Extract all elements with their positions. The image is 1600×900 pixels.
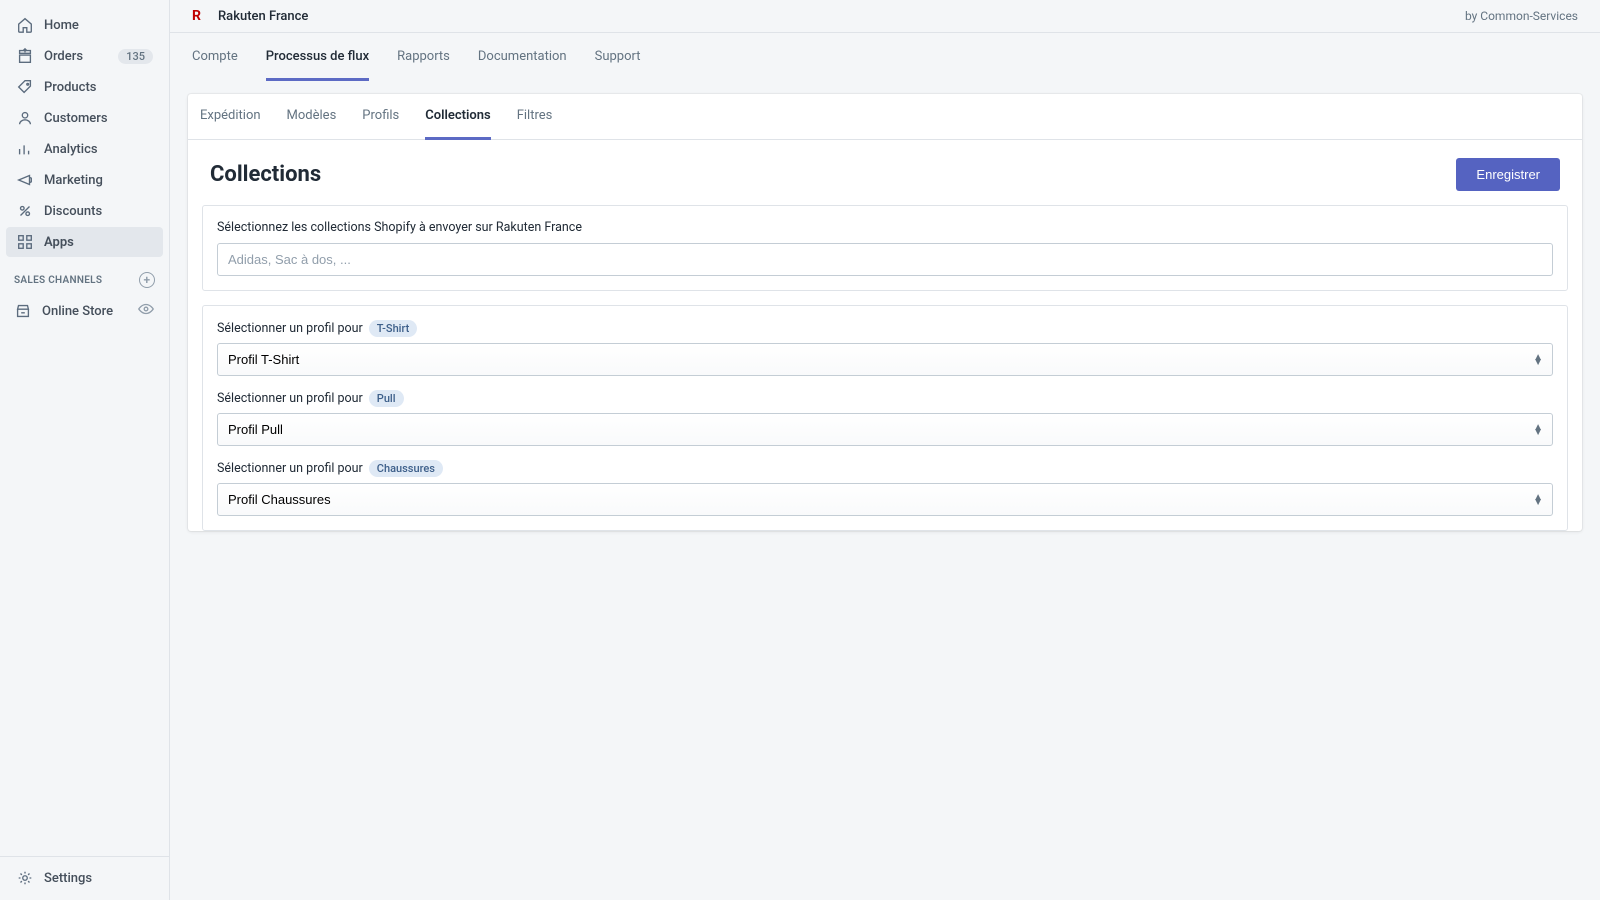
page-title: Collections bbox=[210, 162, 321, 187]
nav-analytics[interactable]: Analytics bbox=[6, 134, 163, 164]
tab-documentation[interactable]: Documentation bbox=[478, 33, 567, 81]
profile-row-tshirt: Sélectionner un profil pour T-Shirt Prof… bbox=[217, 320, 1553, 376]
sales-channels-header: SALES CHANNELS + bbox=[0, 258, 169, 294]
subtab-profils[interactable]: Profils bbox=[362, 94, 399, 140]
topbar: R Rakuten France by Common-Services bbox=[170, 0, 1600, 33]
tab-rapports[interactable]: Rapports bbox=[397, 33, 450, 81]
profile-label: Sélectionner un profil pour Pull bbox=[217, 390, 1553, 407]
nav-label: Discounts bbox=[44, 204, 102, 219]
marketing-icon bbox=[16, 171, 34, 189]
nav-products[interactable]: Products bbox=[6, 72, 163, 102]
profile-label: Sélectionner un profil pour T-Shirt bbox=[217, 320, 1553, 337]
nav-label: Marketing bbox=[44, 173, 103, 188]
collection-tag: Pull bbox=[369, 390, 404, 407]
tab-compte[interactable]: Compte bbox=[192, 33, 238, 81]
nav-home[interactable]: Home bbox=[6, 10, 163, 40]
subtab-modeles[interactable]: Modèles bbox=[287, 94, 337, 140]
nav-customers[interactable]: Customers bbox=[6, 103, 163, 133]
subtab-expedition[interactable]: Expédition bbox=[200, 94, 261, 140]
add-channel-icon[interactable]: + bbox=[139, 272, 155, 288]
by-line: by Common-Services bbox=[1465, 9, 1578, 23]
primary-tabs: Compte Processus de flux Rapports Docume… bbox=[170, 33, 1600, 82]
app-title: Rakuten France bbox=[218, 9, 308, 24]
profile-select-tshirt[interactable]: Profil T-Shirt bbox=[217, 343, 1553, 376]
nav-label: Analytics bbox=[44, 142, 98, 157]
profile-select-chaussures[interactable]: Profil Chaussures bbox=[217, 483, 1553, 516]
products-icon bbox=[16, 78, 34, 96]
nav-list: Home Orders 135 Products Customers Ana bbox=[0, 10, 169, 258]
search-panel: Sélectionnez les collections Shopify à e… bbox=[202, 205, 1568, 291]
collections-search-input[interactable] bbox=[217, 243, 1553, 276]
save-button[interactable]: Enregistrer bbox=[1456, 158, 1560, 191]
settings-label: Settings bbox=[44, 871, 92, 886]
page-header: Collections Enregistrer bbox=[188, 140, 1582, 205]
app-logo: R bbox=[192, 8, 208, 24]
nav-label: Orders bbox=[44, 49, 83, 64]
analytics-icon bbox=[16, 140, 34, 158]
tab-support[interactable]: Support bbox=[595, 33, 641, 81]
orders-badge: 135 bbox=[118, 49, 153, 64]
nav-discounts[interactable]: Discounts bbox=[6, 196, 163, 226]
customers-icon bbox=[16, 109, 34, 127]
store-icon bbox=[14, 302, 32, 320]
tab-processus[interactable]: Processus de flux bbox=[266, 33, 369, 81]
profile-select-pull[interactable]: Profil Pull bbox=[217, 413, 1553, 446]
discounts-icon bbox=[16, 202, 34, 220]
subtabs: Expédition Modèles Profils Collections F… bbox=[188, 94, 1582, 140]
channel-label: Online Store bbox=[42, 304, 113, 319]
sidebar: Home Orders 135 Products Customers Ana bbox=[0, 0, 170, 900]
section-label: SALES CHANNELS bbox=[14, 275, 102, 286]
collection-tag: T-Shirt bbox=[369, 320, 418, 337]
nav-settings[interactable]: Settings bbox=[6, 863, 163, 893]
profile-label: Sélectionner un profil pour Chaussures bbox=[217, 460, 1553, 477]
channel-online-store[interactable]: Online Store bbox=[0, 294, 169, 328]
content-card: Expédition Modèles Profils Collections F… bbox=[188, 94, 1582, 531]
nav-label: Apps bbox=[44, 235, 74, 250]
search-label: Sélectionnez les collections Shopify à e… bbox=[217, 220, 1553, 235]
main-content: R Rakuten France by Common-Services Comp… bbox=[170, 0, 1600, 900]
profiles-panel: Sélectionner un profil pour T-Shirt Prof… bbox=[202, 305, 1568, 531]
profile-row-pull: Sélectionner un profil pour Pull Profil … bbox=[217, 390, 1553, 446]
profile-row-chaussures: Sélectionner un profil pour Chaussures P… bbox=[217, 460, 1553, 516]
nav-label: Customers bbox=[44, 111, 108, 126]
orders-icon bbox=[16, 47, 34, 65]
nav-label: Products bbox=[44, 80, 96, 95]
nav-label: Home bbox=[44, 18, 79, 33]
nav-apps[interactable]: Apps bbox=[6, 227, 163, 257]
subtab-filtres[interactable]: Filtres bbox=[517, 94, 553, 140]
gear-icon bbox=[16, 869, 34, 887]
subtab-collections[interactable]: Collections bbox=[425, 94, 490, 140]
collection-tag: Chaussures bbox=[369, 460, 443, 477]
apps-icon bbox=[16, 233, 34, 251]
nav-orders[interactable]: Orders 135 bbox=[6, 41, 163, 71]
eye-icon[interactable] bbox=[137, 300, 155, 322]
nav-marketing[interactable]: Marketing bbox=[6, 165, 163, 195]
home-icon bbox=[16, 16, 34, 34]
